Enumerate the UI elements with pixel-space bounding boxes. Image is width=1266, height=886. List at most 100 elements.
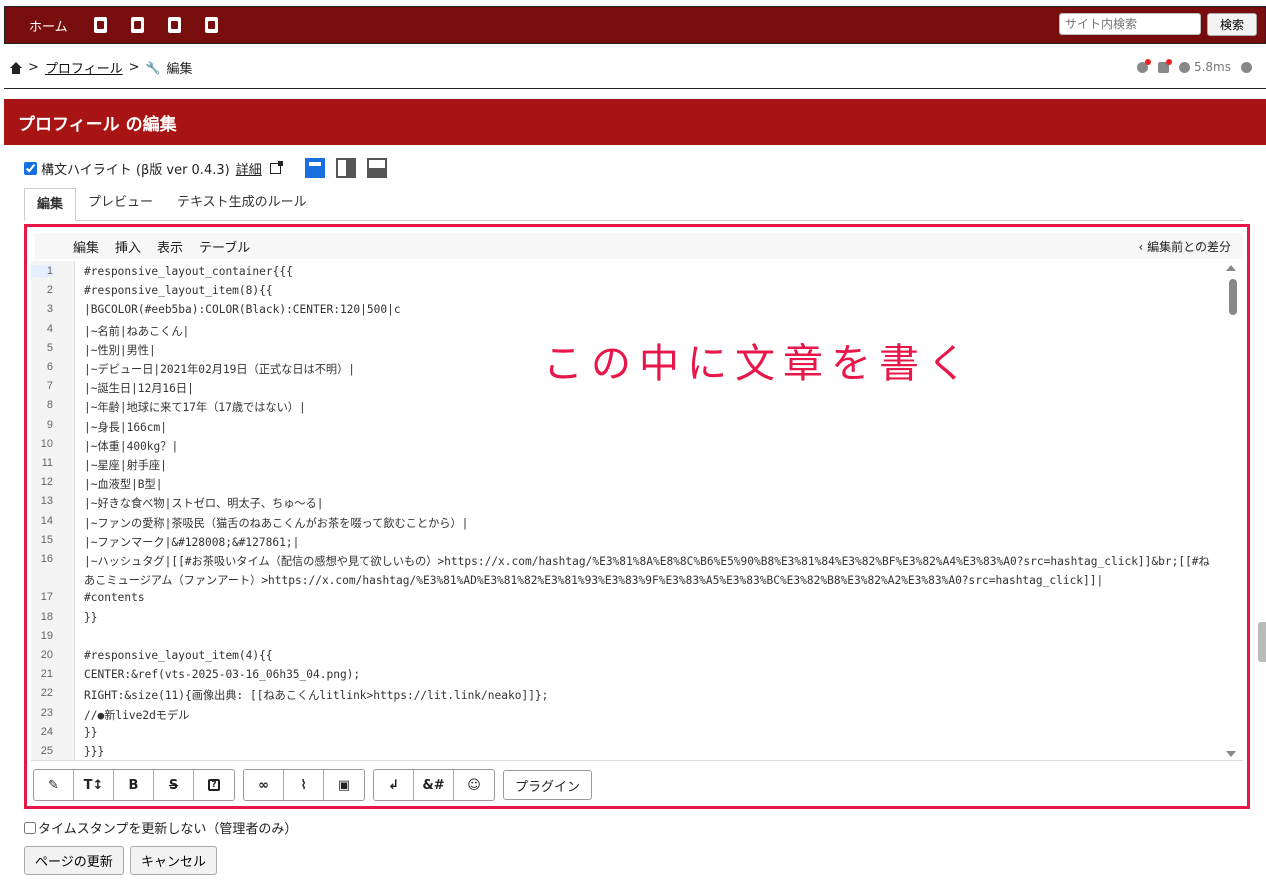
editor-scrollbar[interactable] (1226, 261, 1239, 760)
line-number: 23 (40, 706, 53, 719)
line-number: 21 (40, 668, 53, 681)
line-number: 25 (40, 745, 53, 757)
code-line[interactable]: |~星座|射手座| (84, 457, 167, 473)
layout-split-vertical-icon[interactable] (335, 158, 356, 178)
help-circle-icon (1178, 61, 1190, 73)
line-number: 20 (40, 649, 53, 661)
line-break-button[interactable]: ↲ (374, 770, 414, 800)
code-line[interactable]: CENTER:&ref(vts-2025-03-16_06h35_04.png)… (84, 668, 360, 681)
code-line[interactable]: |~デビュー日|2021年02月19日（正式な日は不明）| (84, 361, 355, 377)
cancel-button[interactable]: キャンセル (130, 846, 218, 875)
question-icon: ? (208, 779, 220, 791)
render-time: 5.8ms (1193, 60, 1231, 74)
syntax-highlight-row: 構文ハイライト (β版 ver 0.4.3) 詳細 (24, 158, 387, 178)
code-line[interactable]: |~体重|400kg？| (84, 438, 178, 454)
emoji-button[interactable]: ☺ (454, 770, 494, 800)
code-line[interactable]: #contents (84, 591, 145, 604)
attach-button[interactable]: ⌇ (284, 770, 324, 800)
gear-icon[interactable] (1241, 61, 1252, 73)
save-icon[interactable] (167, 17, 181, 33)
detail-link[interactable]: 詳細 (236, 159, 262, 178)
code-line[interactable]: |~ファンの愛称|茶吸民（猫舌のねあこくんがお茶を啜って飲むことから）| (84, 515, 468, 531)
code-line[interactable]: |~性別|男性| (84, 342, 156, 358)
code-line[interactable]: #responsive_layout_item(8){{ (84, 284, 273, 297)
home-icon[interactable] (10, 61, 22, 74)
text-size-button[interactable]: T↕ (74, 770, 114, 800)
help-icon[interactable] (204, 17, 218, 33)
layout-single-icon[interactable] (304, 158, 325, 178)
page-title: プロフィール の編集 (4, 99, 1266, 145)
insert-button-group: ∞ ⌇ ▣ (243, 769, 365, 801)
plugin-button[interactable]: プラグイン (503, 770, 593, 800)
code-line[interactable]: //●新live2dモデル (84, 707, 189, 723)
code-line[interactable]: }} (84, 611, 97, 624)
code-line[interactable]: |~年齢|地球に来て17年（17歳ではない）| (84, 399, 306, 415)
line-number: 8 (46, 399, 53, 412)
share-icon[interactable] (1136, 58, 1151, 73)
code-line[interactable]: あこミュージアム（ファンアート）>https://x.com/hashtag/%… (84, 572, 1103, 588)
editor-toolbar: ✎ T↕ B S ? ∞ ⌇ ▣ ↲ &# ☺ プラグイン (33, 769, 593, 801)
scroll-up-icon[interactable] (1226, 265, 1236, 271)
line-number: 22 (40, 687, 53, 700)
code-line[interactable]: RIGHT:&size(11){画像出典: [[ねあこくんlitlink>htt… (84, 687, 548, 703)
menu-insert[interactable]: 挿入 (115, 237, 141, 256)
strikethrough-button[interactable]: S (154, 770, 194, 800)
side-panel-handle[interactable] (1258, 622, 1266, 662)
bold-button[interactable]: B (114, 770, 154, 800)
scroll-down-icon[interactable] (1226, 751, 1236, 757)
code-line[interactable]: |BGCOLOR(#eeb5ba):COLOR(Black):CENTER:12… (84, 303, 401, 316)
no-timestamp-checkbox[interactable] (24, 821, 36, 834)
copy-page-icon[interactable] (130, 17, 144, 33)
syntax-highlight-checkbox[interactable] (24, 161, 37, 175)
code-line[interactable]: #responsive_layout_item(4){{ (84, 649, 273, 662)
site-search-input[interactable] (1059, 13, 1201, 35)
line-number: 6 (46, 361, 53, 373)
link-button[interactable]: ∞ (244, 770, 284, 800)
line-number: 24 (40, 725, 53, 738)
layout-split-horizontal-icon[interactable] (366, 158, 387, 178)
code-line[interactable]: #responsive_layout_container{{{ (84, 265, 293, 278)
line-number-gutter (31, 261, 75, 760)
tab-rules[interactable]: テキスト生成のルール (165, 187, 319, 220)
search-button[interactable]: 検索 (1207, 13, 1257, 36)
editor-menubar: 編集 挿入 表示 テーブル (35, 233, 1243, 259)
format-button-group: ✎ T↕ B S ? (33, 769, 235, 801)
tab-preview[interactable]: プレビュー (76, 187, 165, 220)
code-line[interactable]: |~誕生日|12月16日| (84, 380, 194, 396)
new-page-icon[interactable] (93, 17, 107, 33)
home-link[interactable]: ホーム (29, 16, 68, 35)
line-number: 15 (40, 533, 53, 546)
divider (4, 88, 1266, 89)
pen-button[interactable]: ✎ (34, 770, 74, 800)
code-line[interactable]: |~名前|ねあこくん| (84, 323, 189, 339)
code-line[interactable]: }}} (84, 745, 104, 758)
top-navigation-bar: ホーム 検索 (4, 6, 1266, 44)
code-line[interactable]: |~身長|166cm| (84, 419, 167, 435)
help-button[interactable]: ? (194, 770, 234, 800)
char-ref-button[interactable]: &# (414, 770, 454, 800)
tab-edit[interactable]: 編集 (24, 188, 77, 221)
editor-frame: 編集 挿入 表示 テーブル ‹ 編集前との差分 1 #responsive_lay… (24, 224, 1250, 809)
breadcrumb: > プロフィール > 🔧 編集 (10, 58, 193, 77)
mail-icon[interactable] (1157, 58, 1172, 73)
code-line[interactable]: |~血液型|B型| (84, 476, 162, 492)
menu-view[interactable]: 表示 (157, 237, 183, 256)
update-page-button[interactable]: ページの更新 (24, 846, 124, 875)
menu-table[interactable]: テーブル (199, 237, 250, 256)
syntax-highlight-label: 構文ハイライト (β版 ver 0.4.3) (41, 162, 230, 178)
menu-edit[interactable]: 編集 (73, 237, 99, 256)
code-line[interactable]: }} (84, 726, 97, 739)
breadcrumb-profile-link[interactable]: プロフィール (45, 58, 123, 77)
image-button[interactable]: ▣ (324, 770, 364, 800)
line-number: 10 (40, 437, 53, 450)
code-line[interactable]: |~ハッシュタグ|[[#お茶吸いタイム（配信の感想や見て欲しいもの）>https… (84, 553, 1210, 569)
code-line[interactable]: |~好きな食べ物|ストゼロ、明太子、ちゅ～る| (84, 495, 324, 511)
diff-link[interactable]: ‹ 編集前との差分 (1139, 238, 1232, 255)
annotation-text: この中に文章を書く (543, 341, 975, 387)
breadcrumb-separator: > (28, 60, 39, 75)
scroll-thumb[interactable] (1229, 279, 1237, 315)
code-line[interactable]: |~ファンマーク|&#128008;&#127861;| (84, 534, 299, 550)
line-number: 12 (40, 476, 53, 489)
code-editor[interactable]: 1 #responsive_layout_container{{{2 #respon… (31, 261, 1243, 761)
external-link-icon[interactable] (269, 160, 283, 174)
